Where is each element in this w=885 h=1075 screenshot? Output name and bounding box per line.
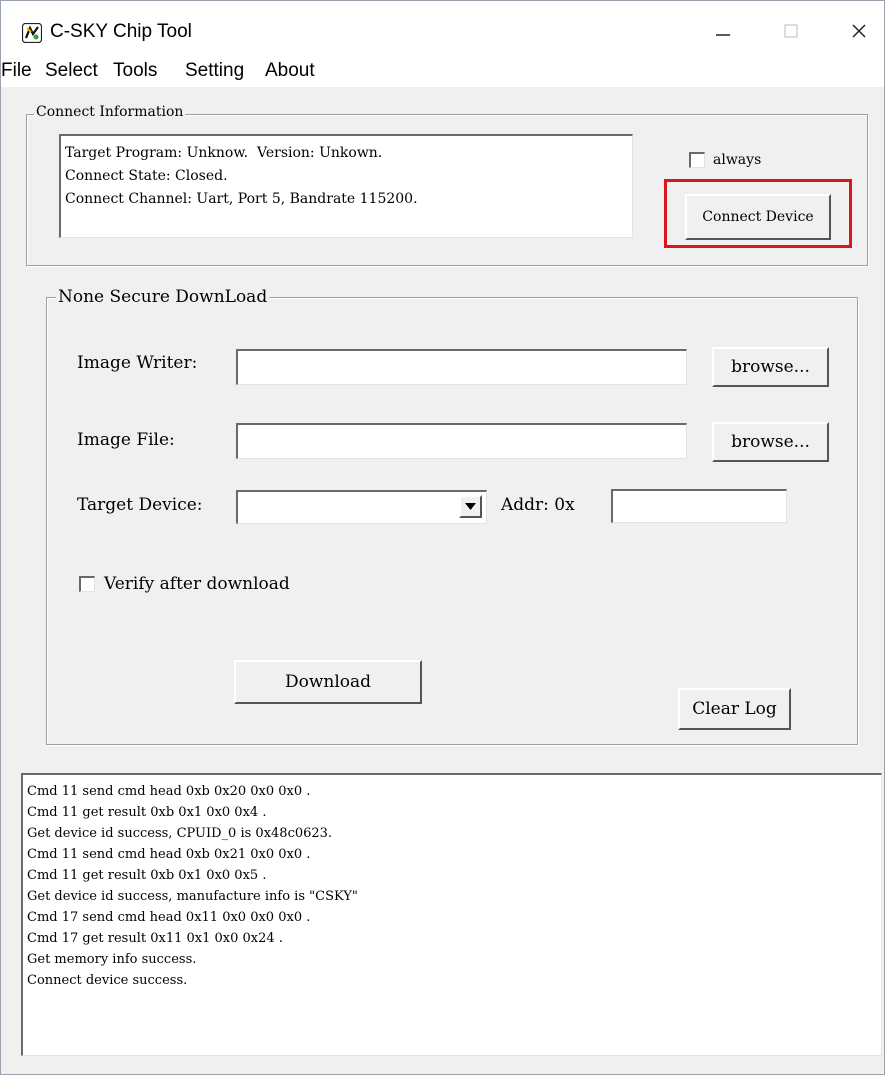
menu-file[interactable]: File bbox=[1, 60, 32, 82]
log-line: Cmd 11 send cmd head 0xb 0x20 0x0 0x0 . bbox=[27, 784, 311, 799]
verify-after-download-label: Verify after download bbox=[104, 574, 290, 594]
log-line: Get device id success, CPUID_0 is 0x48c0… bbox=[27, 826, 333, 841]
image-writer-browse-button[interactable]: browse... bbox=[712, 347, 829, 387]
app-logo-icon bbox=[22, 23, 42, 43]
menu-about[interactable]: About bbox=[265, 60, 315, 82]
maximize-icon bbox=[784, 24, 798, 38]
connect-info-box: Target Program: Unknow. Version: Unkown.… bbox=[59, 134, 633, 238]
menu-select[interactable]: Select bbox=[45, 60, 98, 82]
always-label: always bbox=[713, 152, 762, 168]
log-line: Connect device success. bbox=[27, 973, 188, 988]
menu-bar: File Select Tools Setting About bbox=[1, 55, 884, 87]
clear-log-button[interactable]: Clear Log bbox=[678, 688, 791, 730]
log-line: Cmd 17 get result 0x11 0x1 0x0 0x24 . bbox=[27, 931, 283, 946]
download-legend: None Secure DownLoad bbox=[56, 287, 270, 307]
image-file-label: Image File: bbox=[77, 430, 175, 450]
minimize-icon bbox=[716, 34, 730, 36]
minimize-button[interactable] bbox=[693, 11, 753, 51]
chevron-down-icon bbox=[465, 502, 476, 510]
app-window: C-SKY Chip Tool File Select Tools Settin… bbox=[0, 0, 885, 1075]
log-line: Get memory info success. bbox=[27, 952, 197, 967]
download-button[interactable]: Download bbox=[234, 660, 422, 704]
always-checkbox[interactable] bbox=[689, 152, 705, 168]
close-button[interactable] bbox=[829, 11, 885, 51]
close-icon bbox=[852, 24, 866, 38]
info-line-connect-channel: Connect Channel: Uart, Port 5, Bandrate … bbox=[65, 191, 418, 207]
target-device-label: Target Device: bbox=[77, 495, 203, 515]
window-title: C-SKY Chip Tool bbox=[50, 21, 192, 42]
title-bar[interactable]: C-SKY Chip Tool bbox=[1, 1, 884, 55]
verify-after-download-checkbox[interactable] bbox=[79, 576, 95, 592]
log-line: Cmd 11 send cmd head 0xb 0x21 0x0 0x0 . bbox=[27, 847, 311, 862]
menu-tools[interactable]: Tools bbox=[113, 60, 157, 82]
info-line-target-program: Target Program: Unknow. Version: Unkown. bbox=[65, 145, 383, 161]
maximize-button[interactable] bbox=[761, 11, 821, 51]
image-writer-input[interactable] bbox=[236, 349, 687, 385]
log-line: Cmd 11 get result 0xb 0x1 0x0 0x5 . bbox=[27, 868, 267, 883]
menu-setting[interactable]: Setting bbox=[185, 60, 244, 82]
addr-label: Addr: 0x bbox=[501, 495, 575, 515]
image-file-input[interactable] bbox=[236, 423, 687, 459]
target-device-select[interactable] bbox=[236, 490, 487, 524]
log-line: Get device id success, manufacture info … bbox=[27, 889, 358, 904]
addr-input[interactable] bbox=[611, 489, 787, 523]
info-line-connect-state: Connect State: Closed. bbox=[65, 168, 228, 184]
target-device-dropdown-button[interactable] bbox=[459, 495, 482, 518]
log-line: Cmd 11 get result 0xb 0x1 0x0 0x4 . bbox=[27, 805, 267, 820]
connect-information-legend: Connect Information bbox=[34, 104, 186, 120]
image-writer-label: Image Writer: bbox=[77, 353, 198, 373]
image-file-browse-button[interactable]: browse... bbox=[712, 422, 829, 462]
log-line: Cmd 17 send cmd head 0x11 0x0 0x0 0x0 . bbox=[27, 910, 311, 925]
log-output[interactable]: Cmd 11 send cmd head 0xb 0x20 0x0 0x0 . … bbox=[21, 773, 882, 1056]
connect-device-button[interactable]: Connect Device bbox=[685, 194, 831, 240]
